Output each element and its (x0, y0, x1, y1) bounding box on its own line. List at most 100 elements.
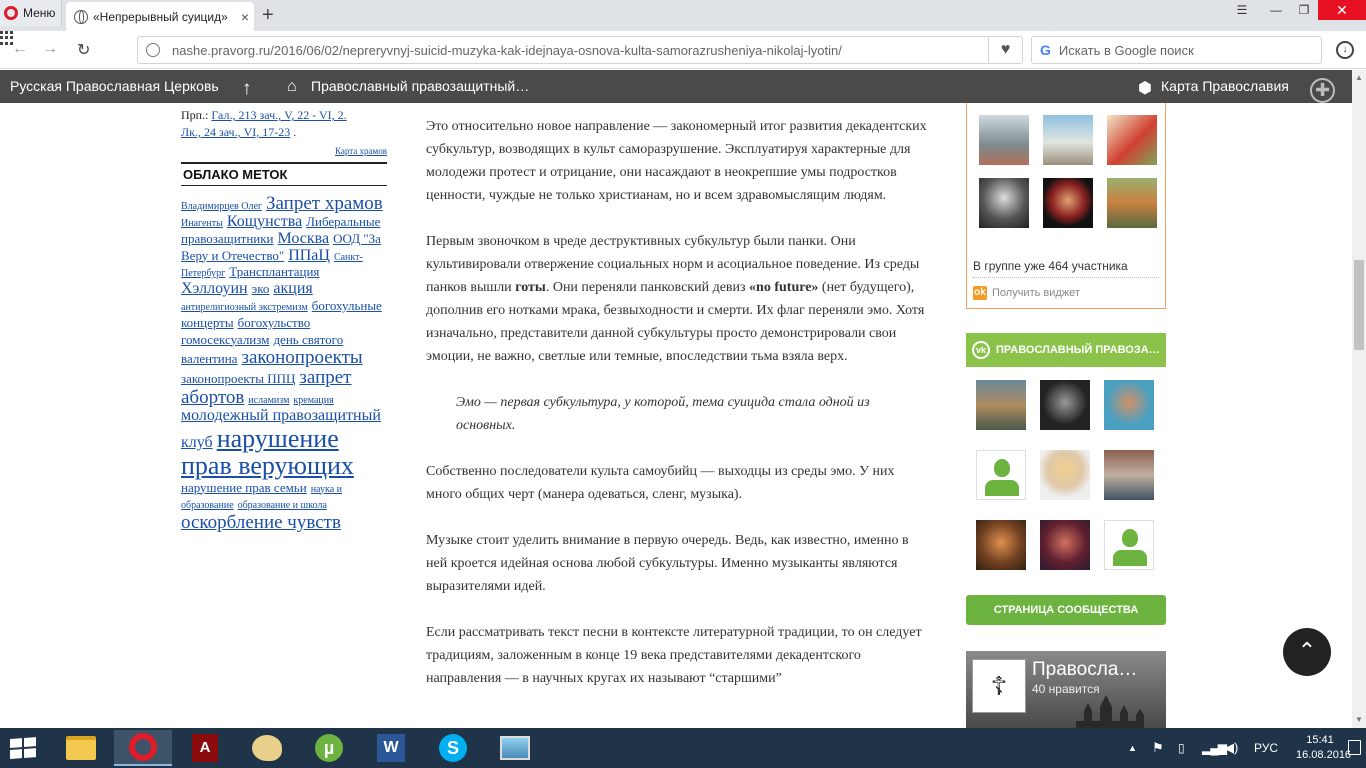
fb-page-name[interactable]: Правосла… (1032, 659, 1137, 681)
file-explorer-icon[interactable] (52, 730, 110, 766)
member-photo[interactable] (1040, 520, 1090, 570)
member-photo[interactable] (1107, 115, 1157, 165)
tag-link[interactable]: нарушение прав семьи (181, 480, 307, 495)
article-paragraph: Это относительно новое направление — зак… (426, 119, 927, 203)
community-page-button[interactable]: СТРАНИЦА СООБЩЕСТВА (966, 595, 1166, 625)
tag-link[interactable]: ППаЦ (288, 247, 330, 264)
rpc-link[interactable]: Русская Православная Церковь (10, 78, 219, 94)
reading-link-1[interactable]: Гал., 213 зач., V, 22 - VI, 2. (211, 108, 346, 122)
home-icon[interactable]: ⌂ (287, 78, 297, 96)
browser-tab[interactable]: «Непрерывный суицид» × (66, 2, 254, 31)
member-photo[interactable] (979, 178, 1029, 228)
opera-taskbar-icon[interactable] (114, 730, 172, 766)
facebook-page-widget[interactable]: ☦ Правосла… 40 нравится (966, 651, 1166, 728)
ok-member-count: В группе уже 464 участника (973, 259, 1128, 273)
default-avatar-icon[interactable] (976, 450, 1026, 500)
tray-expand-icon[interactable]: ▲ (1128, 728, 1137, 768)
volume-icon[interactable]: ◀) (1224, 728, 1238, 768)
folder-icon (66, 736, 96, 760)
daily-readings: Прп.: Гал., 213 зач., V, 22 - VI, 2. Лк.… (181, 107, 387, 141)
utorrent-taskbar-icon[interactable]: µ (300, 730, 358, 766)
page-scrollbar[interactable]: ▲ ▼ (1352, 70, 1366, 728)
tab-title: «Непрерывный суицид» (93, 9, 228, 24)
opera-menu-button[interactable]: Меню (0, 0, 62, 26)
paint-taskbar-icon[interactable] (238, 730, 296, 766)
member-photo[interactable] (979, 115, 1029, 165)
tab-close-icon[interactable]: × (236, 9, 254, 25)
search-input[interactable]: G Искать в Google поиск (1031, 36, 1322, 64)
acrobat-taskbar-icon[interactable]: A (176, 730, 234, 766)
windows-start-icon[interactable] (10, 737, 37, 759)
tag-link[interactable]: законопроекты ППЦ (181, 371, 295, 386)
minimize-button[interactable]: — (1262, 0, 1290, 20)
reload-icon[interactable]: ↻ (77, 40, 90, 60)
scroll-up-arrow-icon[interactable]: ▲ (1352, 70, 1366, 86)
tag-link[interactable]: гомосексуализм (181, 332, 269, 347)
orthodox-map-link[interactable]: Карта Православия (1161, 78, 1289, 94)
get-widget-link[interactable]: ok Получить виджет (973, 286, 1080, 300)
scroll-thumb[interactable] (1354, 260, 1364, 350)
new-tab-button[interactable]: + (262, 4, 274, 27)
site-home-link[interactable]: Православный правозащитный… (311, 78, 529, 94)
member-photo[interactable] (1104, 380, 1154, 430)
skype-taskbar-icon[interactable]: S (424, 730, 482, 766)
member-photo[interactable] (1043, 115, 1093, 165)
tag-link[interactable]: богохульство (238, 315, 311, 330)
tag-link[interactable]: образование и школа (238, 500, 327, 512)
right-sidebar: В группе уже 464 участника ok Получить в… (966, 103, 1166, 728)
ok-icon: ok (973, 286, 987, 300)
tag-link[interactable]: оскорбление чувств (181, 512, 341, 533)
up-arrow-icon[interactable]: ↑ (242, 78, 252, 100)
tag-link[interactable]: Кощунства (227, 213, 302, 230)
bookmark-heart-icon[interactable]: ♥ (988, 37, 1022, 63)
download-icon[interactable]: ↓ (1336, 41, 1354, 59)
language-indicator[interactable]: РУС (1254, 728, 1278, 768)
tag-link[interactable]: Запрет храмов (266, 193, 383, 214)
tag-link[interactable]: Трансплантация (229, 264, 319, 279)
member-photo[interactable] (1040, 450, 1090, 500)
close-window-button[interactable]: ✕ (1318, 0, 1366, 20)
scroll-down-arrow-icon[interactable]: ▼ (1352, 712, 1366, 728)
action-center-flag-icon[interactable]: ⚑ (1152, 728, 1164, 768)
word-taskbar-icon[interactable]: W (362, 730, 420, 766)
default-avatar-icon[interactable] (1104, 520, 1154, 570)
member-photo[interactable] (1107, 178, 1157, 228)
battery-icon[interactable]: ▯ (1178, 728, 1185, 768)
cross-icon[interactable]: ✚ (1310, 78, 1335, 103)
tag-link[interactable]: исламизм (248, 395, 289, 406)
system-clock[interactable]: 15:41 16.08.2016 (1296, 733, 1351, 763)
article-paragraph: Собственно последователи культа самоубий… (426, 464, 895, 502)
member-photo[interactable] (976, 380, 1026, 430)
tag-link[interactable]: эко (252, 281, 270, 296)
forward-arrow-icon[interactable]: → (42, 40, 58, 58)
tag-link[interactable]: законопроекты (241, 347, 362, 368)
network-icon[interactable]: ▂▄▆ (1202, 728, 1227, 768)
photos-taskbar-icon[interactable] (486, 730, 544, 766)
tag-link[interactable]: Инагенты (181, 218, 223, 229)
back-arrow-icon[interactable]: ← (12, 40, 28, 58)
tag-link[interactable]: нарушение прав верующих (181, 424, 354, 480)
member-photo[interactable] (1043, 178, 1093, 228)
member-photo[interactable] (976, 520, 1026, 570)
url-field[interactable]: nashe.pravorg.ru/2016/06/02/nepreryvnyj-… (137, 36, 1023, 64)
windows-taskbar: A µ W S ▲ ⚑ ▯ ▂▄▆ ◀) РУС 15:41 16.08.201… (0, 728, 1366, 768)
tag-cloud: Владимирцев Олег Запрет храмов Инагенты … (181, 194, 387, 533)
page-logo[interactable]: ☦ (972, 659, 1026, 713)
tag-link[interactable]: Москва (278, 230, 330, 247)
member-photo[interactable] (1104, 450, 1154, 500)
scroll-to-top-button[interactable]: ⌃ (1283, 628, 1331, 676)
word-icon: W (377, 734, 405, 762)
tag-link[interactable]: кремация (293, 395, 333, 406)
tag-link[interactable]: антирелигиозный экстремизм (181, 302, 308, 313)
restore-button[interactable]: ❐ (1290, 0, 1318, 20)
vk-group-header[interactable]: vk ПРАВОСЛАВНЫЙ ПРАВОЗА… (966, 333, 1166, 367)
tab-menu-icon[interactable]: ☰ (1228, 0, 1256, 20)
member-photo[interactable] (1040, 380, 1090, 430)
tag-link[interactable]: акция (273, 280, 312, 297)
tag-link[interactable]: Владимирцев Олег (181, 201, 262, 212)
reading-link-2[interactable]: Лк., 24 зач., VI, 17-23 (181, 125, 290, 139)
notifications-icon[interactable] (1348, 740, 1361, 755)
tag-link[interactable]: Хэллоуин (181, 280, 248, 297)
site-info-icon[interactable] (146, 43, 160, 57)
church-map-link[interactable]: Карта храмов (181, 146, 387, 156)
